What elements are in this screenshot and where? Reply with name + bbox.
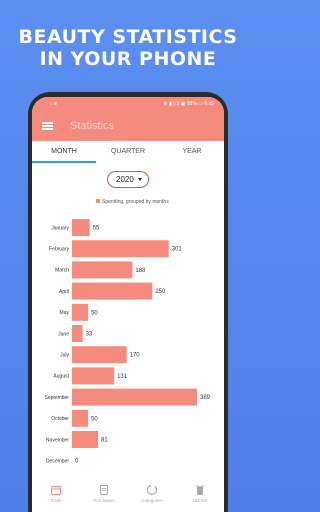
category-label: April <box>59 289 69 295</box>
category-label: November <box>46 437 69 443</box>
pie-icon <box>146 484 158 496</box>
receipt-icon <box>100 485 108 495</box>
bar[interactable] <box>72 388 197 406</box>
category-label: December <box>46 459 69 465</box>
bar[interactable] <box>72 303 89 321</box>
value-label: 301 <box>172 247 183 253</box>
value-label: 250 <box>155 289 166 295</box>
bar[interactable] <box>72 409 89 427</box>
value-label: 170 <box>130 353 141 359</box>
bar[interactable] <box>72 325 83 342</box>
category-label: May <box>60 310 70 316</box>
bar[interactable] <box>72 367 115 385</box>
nav-calls[interactable]: Calls <box>32 480 80 512</box>
nav-calls-label: Calls <box>50 498 61 503</box>
category-label: October <box>51 416 69 422</box>
value-label: 55 <box>93 226 100 232</box>
category-label: September <box>45 395 70 401</box>
nav-categories[interactable]: Categories <box>128 480 176 512</box>
bar[interactable] <box>72 240 169 258</box>
promo-headline: BEAUTY STATISTICS IN YOUR PHONE <box>0 26 256 70</box>
category-label: February <box>49 247 70 253</box>
nav-utilized-label: Utilized <box>192 498 208 503</box>
nav-utilized[interactable]: Utilized <box>176 480 224 512</box>
bar[interactable] <box>72 219 90 236</box>
category-label: June <box>58 331 69 337</box>
bottom-nav: Calls Purchases Categories Utilized <box>32 480 224 512</box>
spending-bar-chart: January 55 February 301 March 188 April 250 May 5… <box>45 219 211 465</box>
bar[interactable] <box>72 431 99 448</box>
category-label: August <box>53 374 69 380</box>
value-label: 131 <box>117 374 128 380</box>
promo-line-1: BEAUTY STATISTICS <box>18 26 238 48</box>
calendar-icon <box>51 486 61 495</box>
value-label: 81 <box>101 438 108 444</box>
category-label: January <box>51 225 69 231</box>
category-label: July <box>60 353 69 359</box>
bar[interactable] <box>72 346 127 364</box>
app-screen: ᵢₗ ≋ ⊙ ◧ ⊡ ▣ 88% ▭ 6:55 Statistics MONTH… <box>32 97 224 512</box>
value-label: 188 <box>135 268 146 274</box>
trash-icon <box>196 485 204 495</box>
value-label: 389 <box>200 395 211 401</box>
nav-purchases[interactable]: Purchases <box>80 480 128 512</box>
value-label: 50 <box>91 310 98 316</box>
bar[interactable] <box>72 282 153 300</box>
nav-purchases-label: Purchases <box>93 498 115 503</box>
bar[interactable] <box>72 261 133 279</box>
category-label: March <box>55 268 69 274</box>
value-label: 33 <box>86 332 93 338</box>
value-label: 0 <box>75 459 79 465</box>
value-label: 50 <box>91 416 98 422</box>
promo-line-2: IN YOUR PHONE <box>39 48 217 70</box>
nav-categories-label: Categories <box>141 498 163 503</box>
